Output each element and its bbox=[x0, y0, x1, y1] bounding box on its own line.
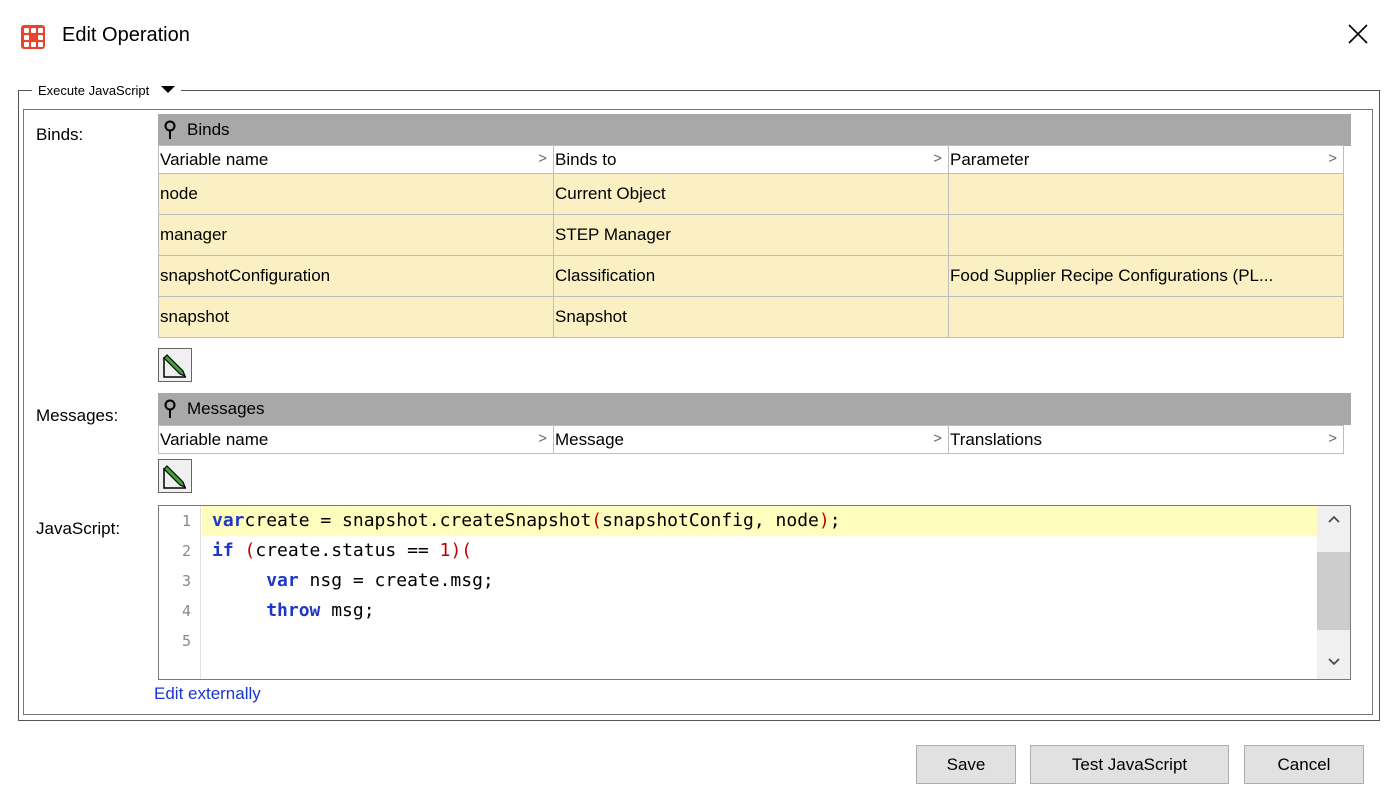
line-number: 1 bbox=[181, 512, 191, 530]
code-token: ( bbox=[591, 510, 603, 531]
code-line[interactable]: var nsg = create.msg; bbox=[202, 566, 1317, 596]
chevron-right-icon: > bbox=[538, 430, 547, 447]
code-keyword: if bbox=[212, 540, 234, 561]
bind-target-cell[interactable]: Classification bbox=[553, 255, 949, 297]
code-token: msg; bbox=[320, 600, 375, 621]
editor-scrollbar[interactable] bbox=[1317, 506, 1350, 679]
code-line[interactable] bbox=[202, 626, 1317, 656]
edit-messages-button[interactable] bbox=[158, 459, 192, 493]
scrollbar-thumb[interactable] bbox=[1317, 552, 1350, 630]
bind-target-cell[interactable]: Snapshot bbox=[553, 296, 949, 338]
title-bar: Edit Operation bbox=[0, 0, 1388, 70]
line-number: 2 bbox=[181, 542, 191, 560]
edit-externally-link[interactable]: Edit externally bbox=[154, 684, 261, 704]
bind-variable-cell[interactable]: snapshotConfiguration bbox=[158, 255, 554, 297]
line-number: 3 bbox=[181, 572, 191, 590]
code-token: ; bbox=[829, 510, 841, 531]
operation-type-dropdown[interactable]: Execute JavaScript bbox=[32, 83, 182, 99]
messages-col-variable-name[interactable]: Variable name > bbox=[158, 425, 554, 454]
line-number: 5 bbox=[181, 632, 191, 650]
messages-panel-header: Messages bbox=[158, 393, 1351, 425]
code-token: ( bbox=[244, 540, 256, 561]
line-number-gutter: 1 2 3 4 5 bbox=[159, 506, 201, 679]
binds-col-parameter[interactable]: Parameter > bbox=[948, 145, 1344, 174]
edit-pencil-icon bbox=[163, 354, 187, 378]
table-row[interactable]: snapshotConfiguration Classification Foo… bbox=[158, 255, 1344, 297]
code-token: ) bbox=[818, 510, 830, 531]
code-keyword: var bbox=[266, 570, 299, 591]
code-token: nsg = create.msg; bbox=[298, 570, 494, 591]
javascript-editor[interactable]: 1 2 3 4 5 varcreate = snapshot.createSna… bbox=[158, 505, 1351, 680]
bind-parameter-cell[interactable] bbox=[948, 296, 1344, 338]
messages-col-translations[interactable]: Translations > bbox=[948, 425, 1344, 454]
chevron-right-icon: > bbox=[933, 430, 942, 447]
chevron-right-icon: > bbox=[1328, 430, 1337, 447]
scroll-up-icon[interactable] bbox=[1317, 506, 1350, 536]
code-token: 1 bbox=[439, 540, 451, 561]
pin-icon[interactable] bbox=[162, 399, 178, 424]
pin-icon[interactable] bbox=[162, 120, 178, 145]
binds-panel-header: Binds bbox=[158, 114, 1351, 146]
code-line[interactable]: throw msg; bbox=[202, 596, 1317, 626]
bind-target-cell[interactable]: Current Object bbox=[553, 173, 949, 215]
table-row[interactable]: manager STEP Manager bbox=[158, 214, 1344, 256]
bind-variable-cell[interactable]: manager bbox=[158, 214, 554, 256]
messages-table: Variable name > Message > Translations > bbox=[158, 425, 1344, 454]
bind-parameter-cell[interactable] bbox=[948, 173, 1344, 215]
chevron-right-icon: > bbox=[933, 150, 942, 167]
bind-parameter-cell[interactable] bbox=[948, 214, 1344, 256]
code-token: snapshotConfig, node bbox=[602, 510, 819, 531]
code-keyword: throw bbox=[266, 600, 321, 621]
bind-target-cell[interactable]: STEP Manager bbox=[553, 214, 949, 256]
javascript-label: JavaScript: bbox=[36, 519, 121, 538]
code-token: create = snapshot.createSnapshot bbox=[244, 510, 592, 531]
line-number: 4 bbox=[181, 602, 191, 620]
dropdown-caret-icon bbox=[161, 86, 176, 93]
code-line[interactable]: if (create.status == 1)( bbox=[202, 536, 1317, 566]
messages-label: Messages: bbox=[36, 406, 119, 425]
app-grid-icon bbox=[21, 25, 45, 49]
bind-variable-cell[interactable]: snapshot bbox=[158, 296, 554, 338]
save-button[interactable]: Save bbox=[916, 745, 1016, 784]
test-javascript-button[interactable]: Test JavaScript bbox=[1030, 745, 1229, 784]
operation-type-label: Execute JavaScript bbox=[38, 83, 150, 98]
table-row[interactable]: snapshot Snapshot bbox=[158, 296, 1344, 338]
chevron-right-icon: > bbox=[538, 150, 547, 167]
messages-panel-title: Messages bbox=[187, 399, 265, 418]
messages-col-message[interactable]: Message > bbox=[553, 425, 949, 454]
code-keyword: var bbox=[212, 510, 245, 531]
cancel-button[interactable]: Cancel bbox=[1244, 745, 1364, 784]
edit-binds-button[interactable] bbox=[158, 348, 192, 382]
code-token: create.status == bbox=[255, 540, 440, 561]
window-title: Edit Operation bbox=[62, 24, 190, 46]
close-icon[interactable] bbox=[1340, 16, 1376, 52]
scroll-down-icon[interactable] bbox=[1317, 649, 1350, 679]
bind-parameter-cell[interactable]: Food Supplier Recipe Configurations (PL.… bbox=[948, 255, 1344, 297]
code-lines[interactable]: varcreate = snapshot.createSnapshot(snap… bbox=[202, 506, 1317, 656]
binds-table: Variable name > Binds to > Parameter > node… bbox=[158, 145, 1344, 338]
binds-panel-title: Binds bbox=[187, 120, 230, 139]
binds-col-binds-to[interactable]: Binds to > bbox=[553, 145, 949, 174]
table-row[interactable]: node Current Object bbox=[158, 173, 1344, 215]
bind-variable-cell[interactable]: node bbox=[158, 173, 554, 215]
binds-label: Binds: bbox=[36, 125, 84, 144]
code-line[interactable]: varcreate = snapshot.createSnapshot(snap… bbox=[202, 506, 1317, 536]
binds-col-variable-name[interactable]: Variable name > bbox=[158, 145, 554, 174]
chevron-right-icon: > bbox=[1328, 150, 1337, 167]
edit-pencil-icon bbox=[163, 465, 187, 489]
code-token: )( bbox=[450, 540, 473, 561]
